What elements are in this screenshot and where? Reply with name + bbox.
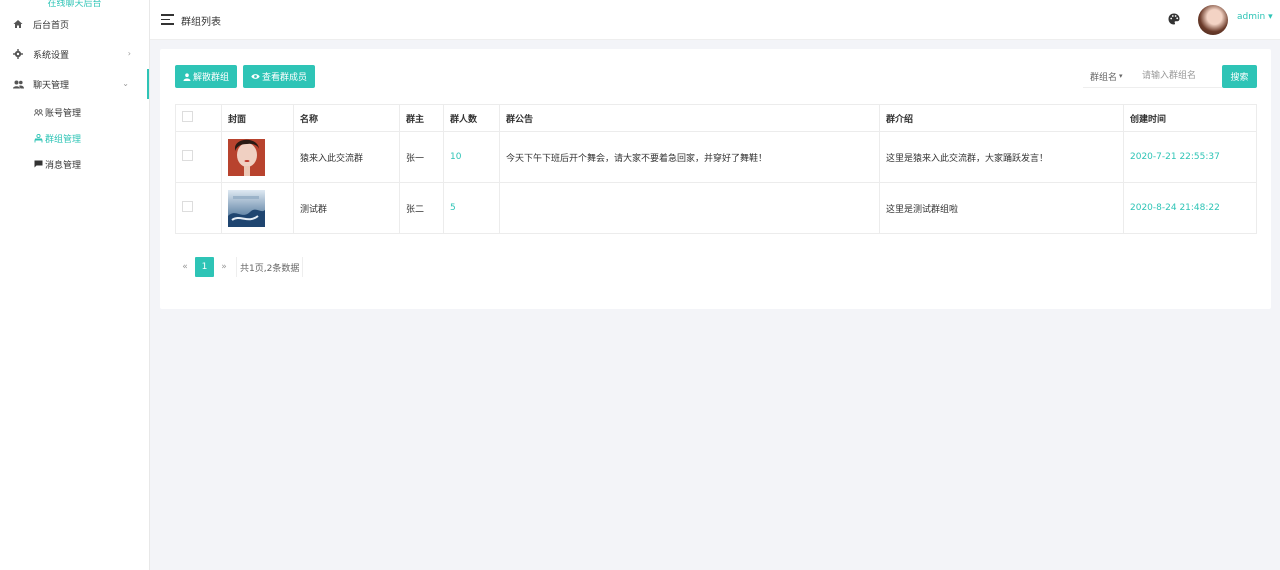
group-table: 封面 名称 群主 群人数 群公告 群介绍 创建时间 猿来入此交流群 张一 10 …: [175, 104, 1257, 234]
column-header-notice: 群公告: [499, 104, 880, 132]
dissolve-group-label: 解散群组: [193, 73, 230, 83]
people-icon: [33, 107, 43, 117]
column-header-created: 创建时间: [1123, 104, 1257, 132]
row-select-cell: [175, 182, 222, 234]
user-remove-icon: [183, 72, 191, 81]
brand-title: 在线聊天后台: [47, 0, 102, 9]
prev-page-button[interactable]: «: [175, 257, 195, 277]
caret-down-icon: ▾: [1119, 72, 1123, 80]
pagination: « 1 » 共1页,2条数据: [175, 257, 304, 277]
eye-icon: [251, 73, 260, 80]
column-header-name: 名称: [293, 104, 400, 132]
avatar[interactable]: [1198, 5, 1228, 35]
users-icon: [12, 78, 24, 90]
row-checkbox[interactable]: [182, 201, 193, 212]
next-page-button[interactable]: »: [214, 257, 234, 277]
user-menu[interactable]: admin ▾: [1237, 12, 1273, 22]
caret-down-icon: ▾: [1268, 12, 1273, 22]
sidebar-item-message-management[interactable]: 消息管理: [0, 151, 149, 177]
view-members-label: 查看群成员: [262, 73, 308, 83]
group-list-card: 解散群组 查看群成员 群组名 ▾ 搜索 封面 名称 群主 群人数 群公告 群介绍…: [160, 49, 1271, 309]
row-checkbox[interactable]: [182, 150, 193, 161]
group-cover-image: [228, 189, 265, 227]
sidebar-item-label: 系统设置: [33, 50, 70, 61]
home-icon: [12, 18, 24, 30]
search-button[interactable]: 搜索: [1222, 65, 1257, 88]
select-all-cell: [175, 104, 222, 132]
group-owner-cell: 张一: [399, 131, 444, 183]
table-row[interactable]: 测试群 张二 5 这里是测试群组啦 2020-8-24 21:48:22: [175, 182, 1257, 234]
menu-toggle-icon[interactable]: [161, 14, 174, 25]
table-header-row: 封面 名称 群主 群人数 群公告 群介绍 创建时间: [175, 104, 1257, 132]
page-title: 群组列表: [181, 17, 221, 28]
created-time-cell: 2020-7-21 22:55:37: [1123, 131, 1257, 183]
sidebar-item-label: 消息管理: [45, 160, 82, 171]
sidebar-item-label: 账号管理: [45, 108, 82, 119]
pagination-info: 共1页,2条数据: [236, 257, 304, 277]
sidebar-item-label: 后台首页: [33, 20, 70, 31]
group-icon: [33, 133, 43, 143]
sidebar-item-label: 聊天管理: [33, 80, 70, 91]
row-select-cell: [175, 131, 222, 183]
search-field-select[interactable]: 群组名 ▾: [1083, 65, 1136, 88]
username-label: admin: [1237, 12, 1266, 22]
sidebar-item-group-management[interactable]: 群组管理: [0, 125, 149, 151]
sidebar-item-account-management[interactable]: 账号管理: [0, 99, 149, 125]
column-header-cover: 封面: [221, 104, 294, 132]
chevron-down-icon: ⌄: [122, 79, 129, 88]
message-icon: [33, 159, 43, 169]
column-header-owner: 群主: [399, 104, 444, 132]
select-all-checkbox[interactable]: [182, 111, 193, 122]
created-time-cell: 2020-8-24 21:48:22: [1123, 182, 1257, 234]
cover-cell: [221, 131, 294, 183]
group-cover-image: [228, 138, 265, 176]
chevron-right-icon: ›: [127, 49, 131, 58]
sidebar-item-home[interactable]: 后台首页: [0, 9, 149, 39]
sidebar-item-chat-management[interactable]: 聊天管理 ⌄: [0, 69, 149, 99]
dissolve-group-button[interactable]: 解散群组: [175, 65, 238, 88]
notice-cell: [499, 182, 880, 234]
palette-icon[interactable]: [1168, 13, 1181, 26]
sidebar: 在线聊天后台 后台首页 系统设置 › 聊天管理 ⌄ 账号管理 群组管理 消息管理: [0, 0, 150, 570]
notice-cell: 今天下午下班后开个舞会，请大家不要着急回家，并穿好了舞鞋！: [499, 131, 880, 183]
table-row[interactable]: 猿来入此交流群 张一 10 今天下午下班后开个舞会，请大家不要着急回家，并穿好了…: [175, 131, 1257, 183]
group-owner-cell: 张二: [399, 182, 444, 234]
page-button-current[interactable]: 1: [195, 257, 214, 277]
group-name-cell: 猿来入此交流群: [293, 131, 400, 183]
group-name-cell: 测试群: [293, 182, 400, 234]
member-count-cell: 10: [443, 131, 500, 183]
sidebar-item-label: 群组管理: [45, 134, 82, 145]
view-members-button[interactable]: 查看群成员: [243, 65, 316, 88]
sidebar-item-settings[interactable]: 系统设置 ›: [0, 39, 149, 69]
search-field-label: 群组名: [1090, 72, 1118, 83]
intro-cell: 这里是猿来入此交流群，大家踊跃发言！: [879, 131, 1124, 183]
search-input[interactable]: [1136, 65, 1222, 88]
cover-cell: [221, 182, 294, 234]
intro-cell: 这里是测试群组啦: [879, 182, 1124, 234]
column-header-count: 群人数: [443, 104, 500, 132]
gear-icon: [12, 48, 24, 60]
column-header-intro: 群介绍: [879, 104, 1124, 132]
top-header: 群组列表 admin ▾: [150, 0, 1280, 40]
member-count-cell: 5: [443, 182, 500, 234]
